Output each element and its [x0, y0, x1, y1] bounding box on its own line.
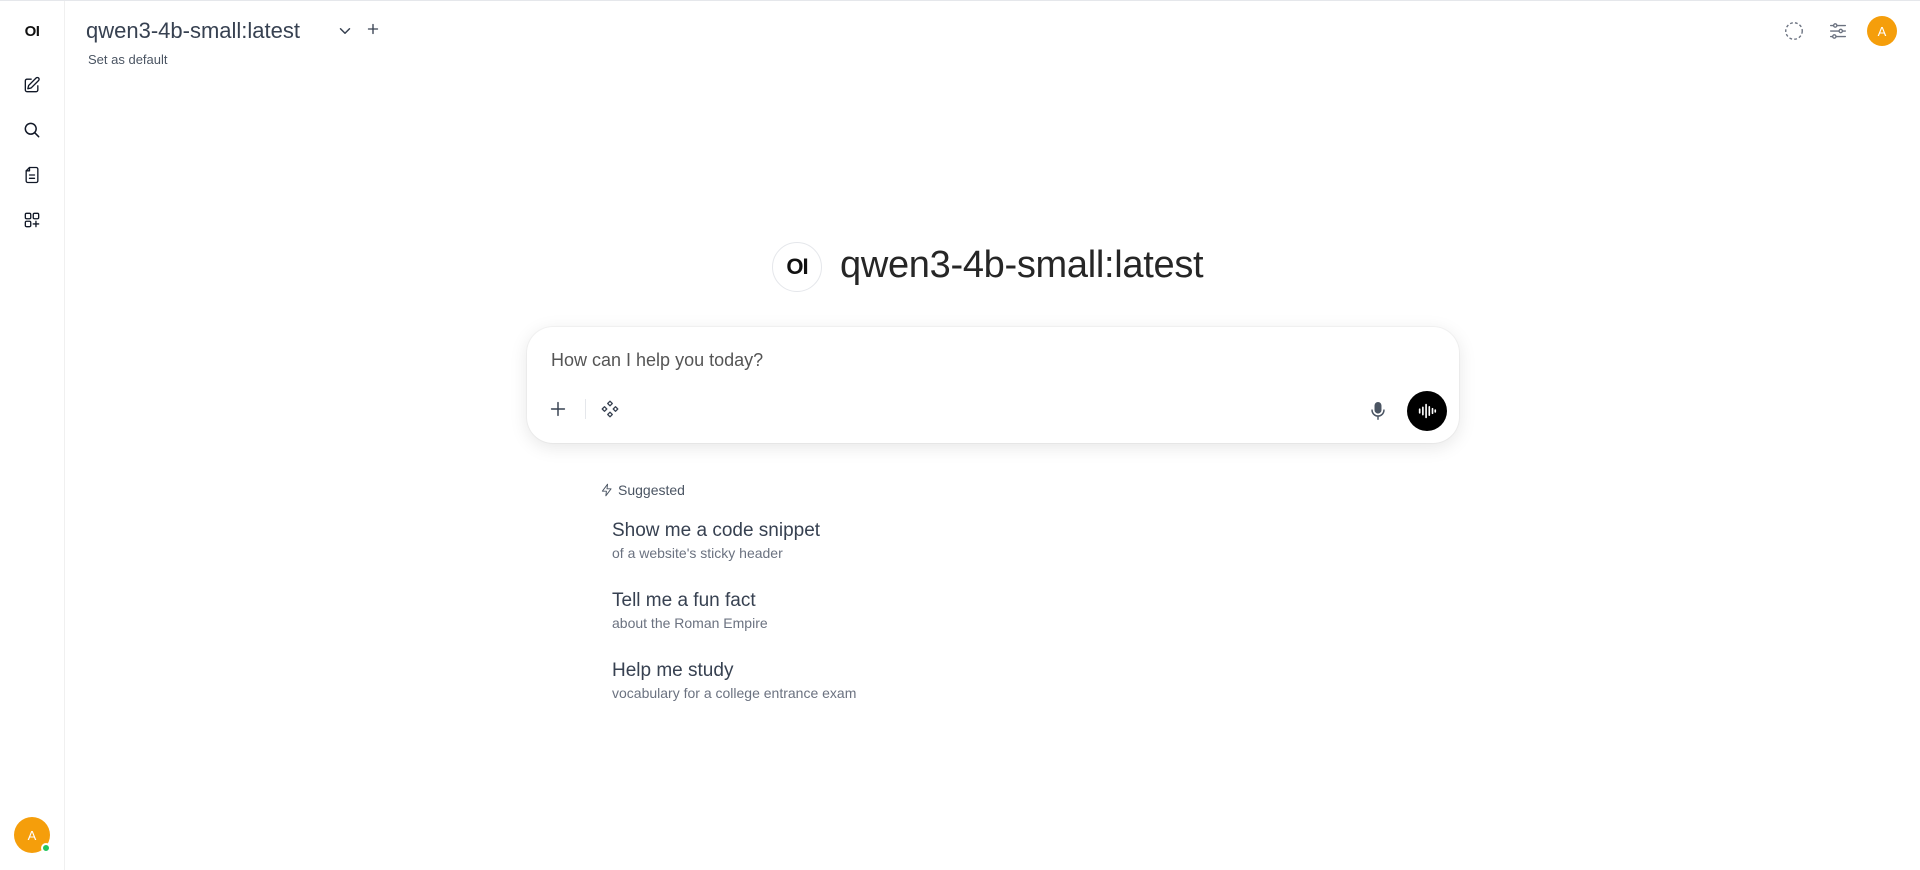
plus-icon: [367, 23, 379, 35]
temporary-chat-button[interactable]: [1782, 19, 1806, 43]
suggestion-title: Tell me a fun fact: [612, 590, 756, 611]
model-dropdown-button[interactable]: [336, 22, 354, 40]
model-title: qwen3-4b-small:latest: [840, 244, 1204, 286]
model-logo: OI: [772, 242, 822, 292]
app-logo[interactable]: OI: [16, 15, 48, 47]
plus-icon: [550, 401, 566, 417]
suggestion-item[interactable]: Tell me a fun fact about the Roman Empir…: [612, 590, 1132, 632]
microphone-icon: [1371, 402, 1385, 420]
suggestion-title: Help me study: [612, 660, 734, 681]
chevron-down-icon: [339, 28, 351, 34]
suggestion-item[interactable]: Show me a code snippet of a website's st…: [612, 520, 1132, 562]
integrations-icon: [601, 400, 619, 418]
model-logo-text: OI: [786, 254, 808, 279]
suggestion-subtitle: about the Roman Empire: [612, 615, 768, 631]
controls-button[interactable]: [1826, 19, 1850, 43]
notes-button[interactable]: [16, 159, 48, 191]
attach-button[interactable]: [545, 396, 571, 422]
message-composer: [527, 327, 1459, 443]
sidebar: OI A: [0, 1, 65, 870]
suggestion-item[interactable]: Help me study vocabulary for a college e…: [612, 660, 1132, 702]
header-user-avatar-initial: A: [1877, 23, 1887, 39]
suggestion-subtitle: vocabulary for a college entrance exam: [612, 685, 857, 701]
sliders-icon: [1829, 23, 1847, 39]
search-icon: [24, 122, 40, 138]
add-model-button[interactable]: [364, 20, 382, 38]
suggested-label: Suggested: [618, 482, 685, 498]
set-as-default-link[interactable]: Set as default: [88, 52, 168, 67]
app-logo-text: OI: [24, 22, 40, 40]
waveform-icon: [1418, 403, 1437, 419]
new-chat-button[interactable]: [16, 69, 48, 101]
apps-plus-icon: [24, 212, 40, 228]
model-selector[interactable]: qwen3-4b-small:latest: [86, 18, 300, 44]
notes-icon: [25, 166, 39, 184]
tools-button[interactable]: [597, 396, 623, 422]
lightning-icon: [601, 483, 612, 497]
online-status-dot: [41, 843, 51, 853]
suggested-heading: Suggested: [600, 482, 685, 498]
dictate-button[interactable]: [1365, 398, 1391, 424]
workspace-button[interactable]: [16, 204, 48, 236]
search-button[interactable]: [16, 114, 48, 146]
message-input[interactable]: [549, 345, 1409, 375]
suggestion-subtitle: of a website's sticky header: [612, 545, 783, 561]
dashed-circle-icon: [1785, 22, 1803, 40]
user-avatar-initial: A: [27, 827, 37, 843]
voice-mode-button[interactable]: [1407, 391, 1447, 431]
suggestion-title: Show me a code snippet: [612, 520, 821, 541]
top-border: [0, 0, 1920, 1]
header-user-avatar[interactable]: A: [1867, 16, 1897, 46]
composer-divider: [585, 399, 586, 419]
pencil-square-icon: [24, 76, 40, 93]
